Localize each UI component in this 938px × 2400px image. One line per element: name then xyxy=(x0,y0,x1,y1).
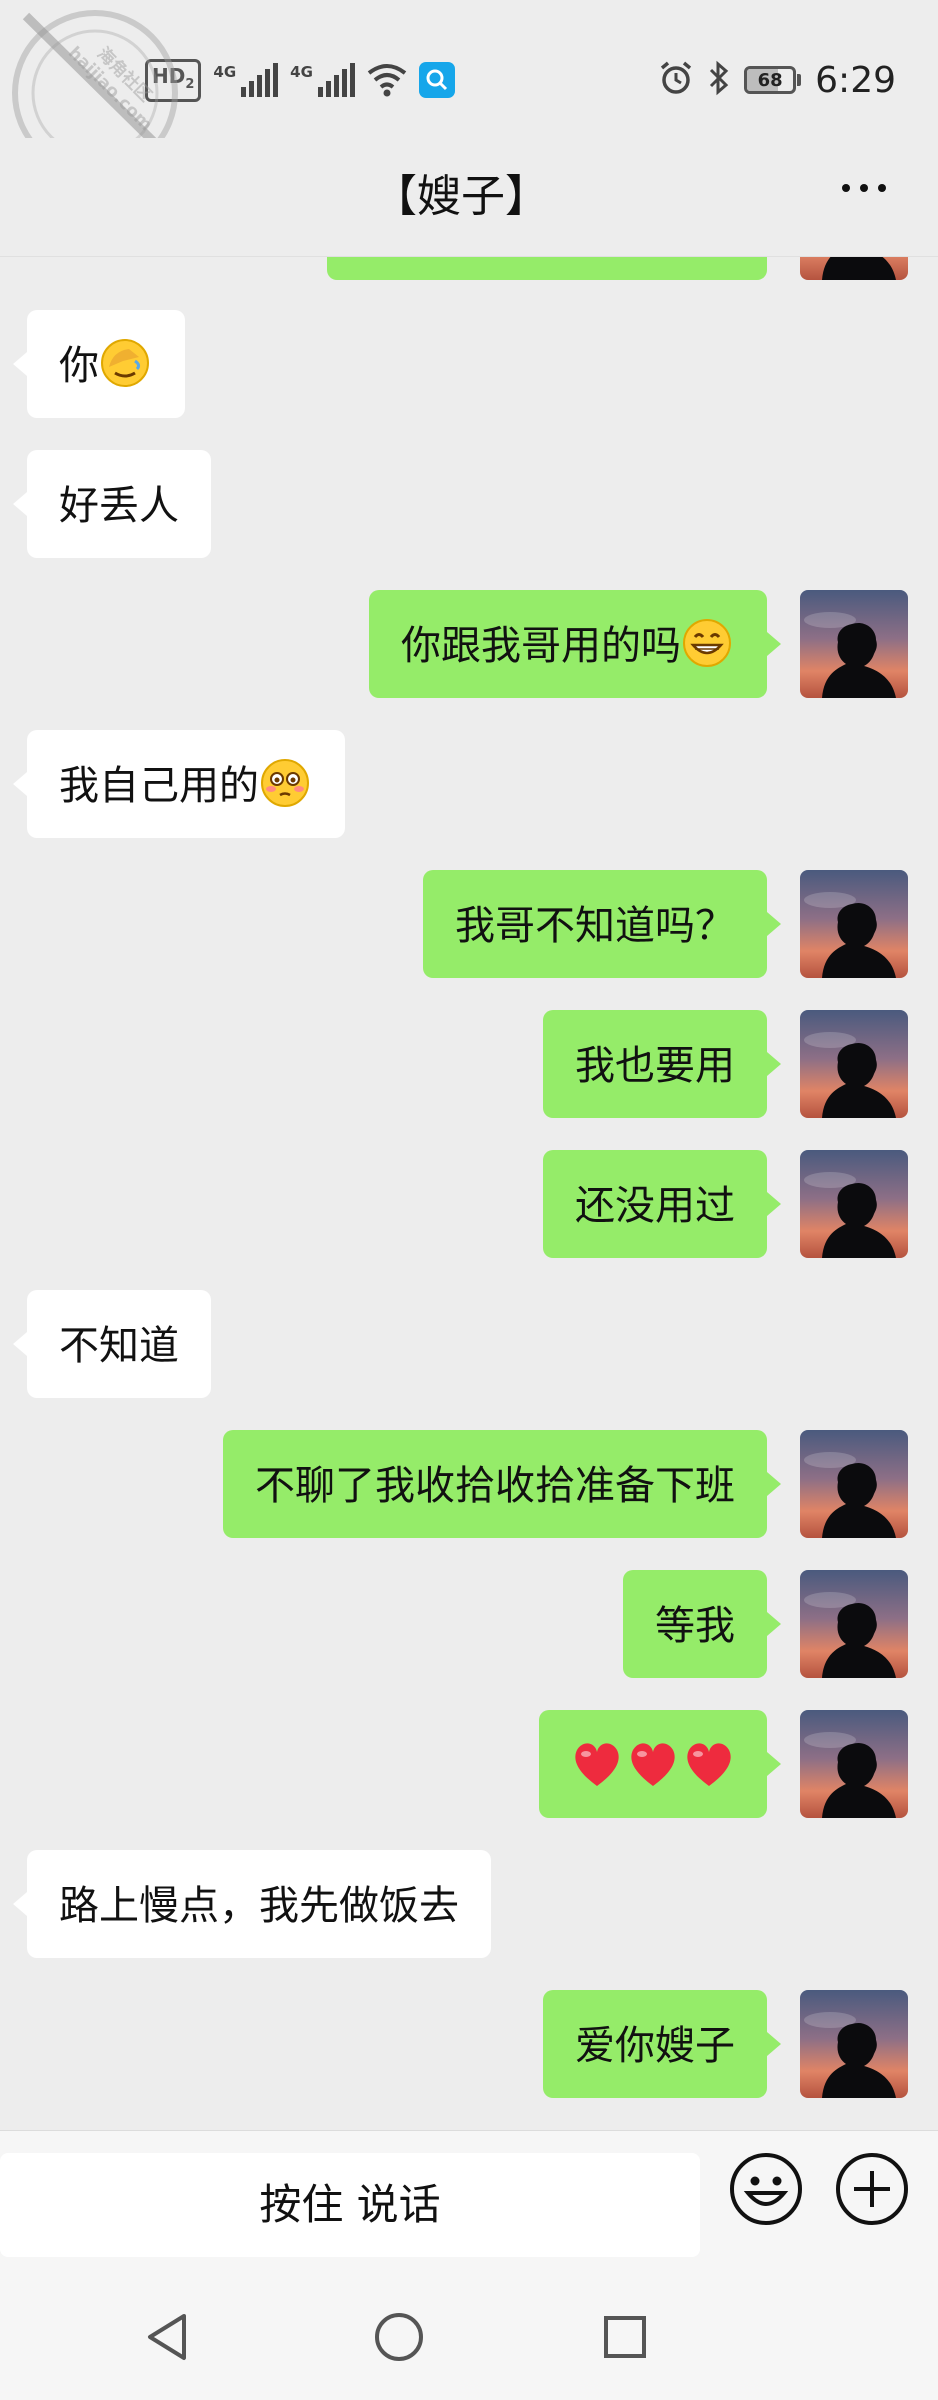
sent-message-bubble[interactable]: 我哥不知道吗？ xyxy=(423,870,781,978)
avatar[interactable] xyxy=(800,590,908,698)
message-text: 你跟我哥用的吗 xyxy=(401,623,681,669)
three-hearts-emoji xyxy=(571,1740,735,1788)
home-nav-icon[interactable] xyxy=(372,2310,426,2368)
received-message-bubble[interactable]: 不知道 xyxy=(13,1290,211,1398)
message-bubble-partial[interactable] xyxy=(327,256,767,280)
hold-to-talk-button[interactable]: 按住 说话 xyxy=(0,2153,700,2257)
bluetooth-icon xyxy=(708,60,730,100)
message-text: 我也要用 xyxy=(575,1043,735,1089)
hd-voice-icon: HD2 xyxy=(145,58,202,102)
received-message-bubble[interactable]: 你 xyxy=(13,310,185,418)
more-dot-icon xyxy=(878,184,886,192)
facepalm-emoji xyxy=(99,337,151,389)
sent-message-bubble[interactable]: 爱你嫂子 xyxy=(543,1990,781,2098)
message-text: 我哥不知道吗？ xyxy=(455,903,735,949)
message-text: 不知道 xyxy=(59,1323,179,1369)
message-text: 爱你嫂子 xyxy=(575,2023,735,2069)
grin-emoji xyxy=(681,617,733,669)
avatar[interactable] xyxy=(800,1990,908,2098)
status-left-group: HD2 4G 4G xyxy=(145,58,455,102)
received-message-bubble[interactable]: 我自己用的 xyxy=(13,730,345,838)
battery-level: 68 xyxy=(757,69,783,91)
message-text: 还没用过 xyxy=(575,1183,735,1229)
sent-message-bubble[interactable]: 你跟我哥用的吗 xyxy=(369,590,781,698)
sent-message-bubble[interactable]: 不聊了我收拾收拾准备下班 xyxy=(223,1430,781,1538)
more-options-button[interactable] xyxy=(842,184,886,192)
sent-message-bubble[interactable]: 还没用过 xyxy=(543,1150,781,1258)
battery-icon: 68 xyxy=(744,66,802,94)
network-type-1: 4G xyxy=(213,63,237,81)
plus-icon xyxy=(836,2153,908,2225)
avatar[interactable] xyxy=(800,1710,908,1818)
message-text: 好丢人 xyxy=(59,483,179,529)
more-functions-button[interactable] xyxy=(834,2151,910,2231)
message-text: 等我 xyxy=(655,1603,735,1649)
received-message-bubble[interactable]: 好丢人 xyxy=(13,450,211,558)
hd-label: HD xyxy=(152,63,186,88)
hd-sub: 2 xyxy=(185,76,195,92)
received-message-bubble[interactable]: 路上慢点，我先做饭去 xyxy=(13,1850,491,1958)
system-nav-bar xyxy=(0,2270,938,2400)
smiley-icon xyxy=(730,2153,802,2225)
alarm-icon xyxy=(658,60,694,100)
clock: 6:29 xyxy=(815,59,896,101)
avatar[interactable] xyxy=(800,1010,908,1118)
message-list[interactable]: 你好丢人你跟我哥用的吗我自己用的我哥不知道吗？ 我也要用还没用过不知道不聊了我收拾… xyxy=(0,256,938,2129)
sent-message-bubble[interactable]: 等我 xyxy=(623,1570,781,1678)
input-bar: 按住 说话 xyxy=(0,2130,938,2271)
emoji-button[interactable] xyxy=(728,2151,804,2231)
chat-header: 【嫂子】 xyxy=(0,138,938,257)
message-text: 你 xyxy=(59,343,99,389)
status-right-group: 68 6:29 xyxy=(658,56,896,104)
sent-message-bubble[interactable] xyxy=(539,1710,781,1818)
avatar[interactable] xyxy=(800,1430,908,1538)
message-text: 不聊了我收拾收拾准备下班 xyxy=(255,1463,735,1509)
message-text: 我自己用的 xyxy=(59,763,259,809)
flushed-emoji xyxy=(259,757,311,809)
cellular-signal-icon-2: 4G xyxy=(290,63,355,97)
more-dot-icon xyxy=(842,184,850,192)
sent-message-bubble[interactable]: 我也要用 xyxy=(543,1010,781,1118)
avatar[interactable] xyxy=(800,1150,908,1258)
search-app-icon xyxy=(418,62,455,98)
avatar[interactable] xyxy=(800,1570,908,1678)
network-type-2: 4G xyxy=(290,63,313,81)
back-nav-icon[interactable] xyxy=(140,2310,194,2368)
wifi-icon xyxy=(367,63,407,97)
recent-apps-nav-icon[interactable] xyxy=(600,2312,650,2366)
avatar[interactable] xyxy=(800,256,908,280)
message-text: 路上慢点，我先做饭去 xyxy=(59,1883,459,1929)
more-dot-icon xyxy=(860,184,868,192)
status-bar: HD2 4G 4G 68 6:29 xyxy=(0,0,938,156)
chat-title: 【嫂子】 xyxy=(373,171,549,222)
cellular-signal-icon-1: 4G xyxy=(213,63,279,97)
avatar[interactable] xyxy=(800,870,908,978)
